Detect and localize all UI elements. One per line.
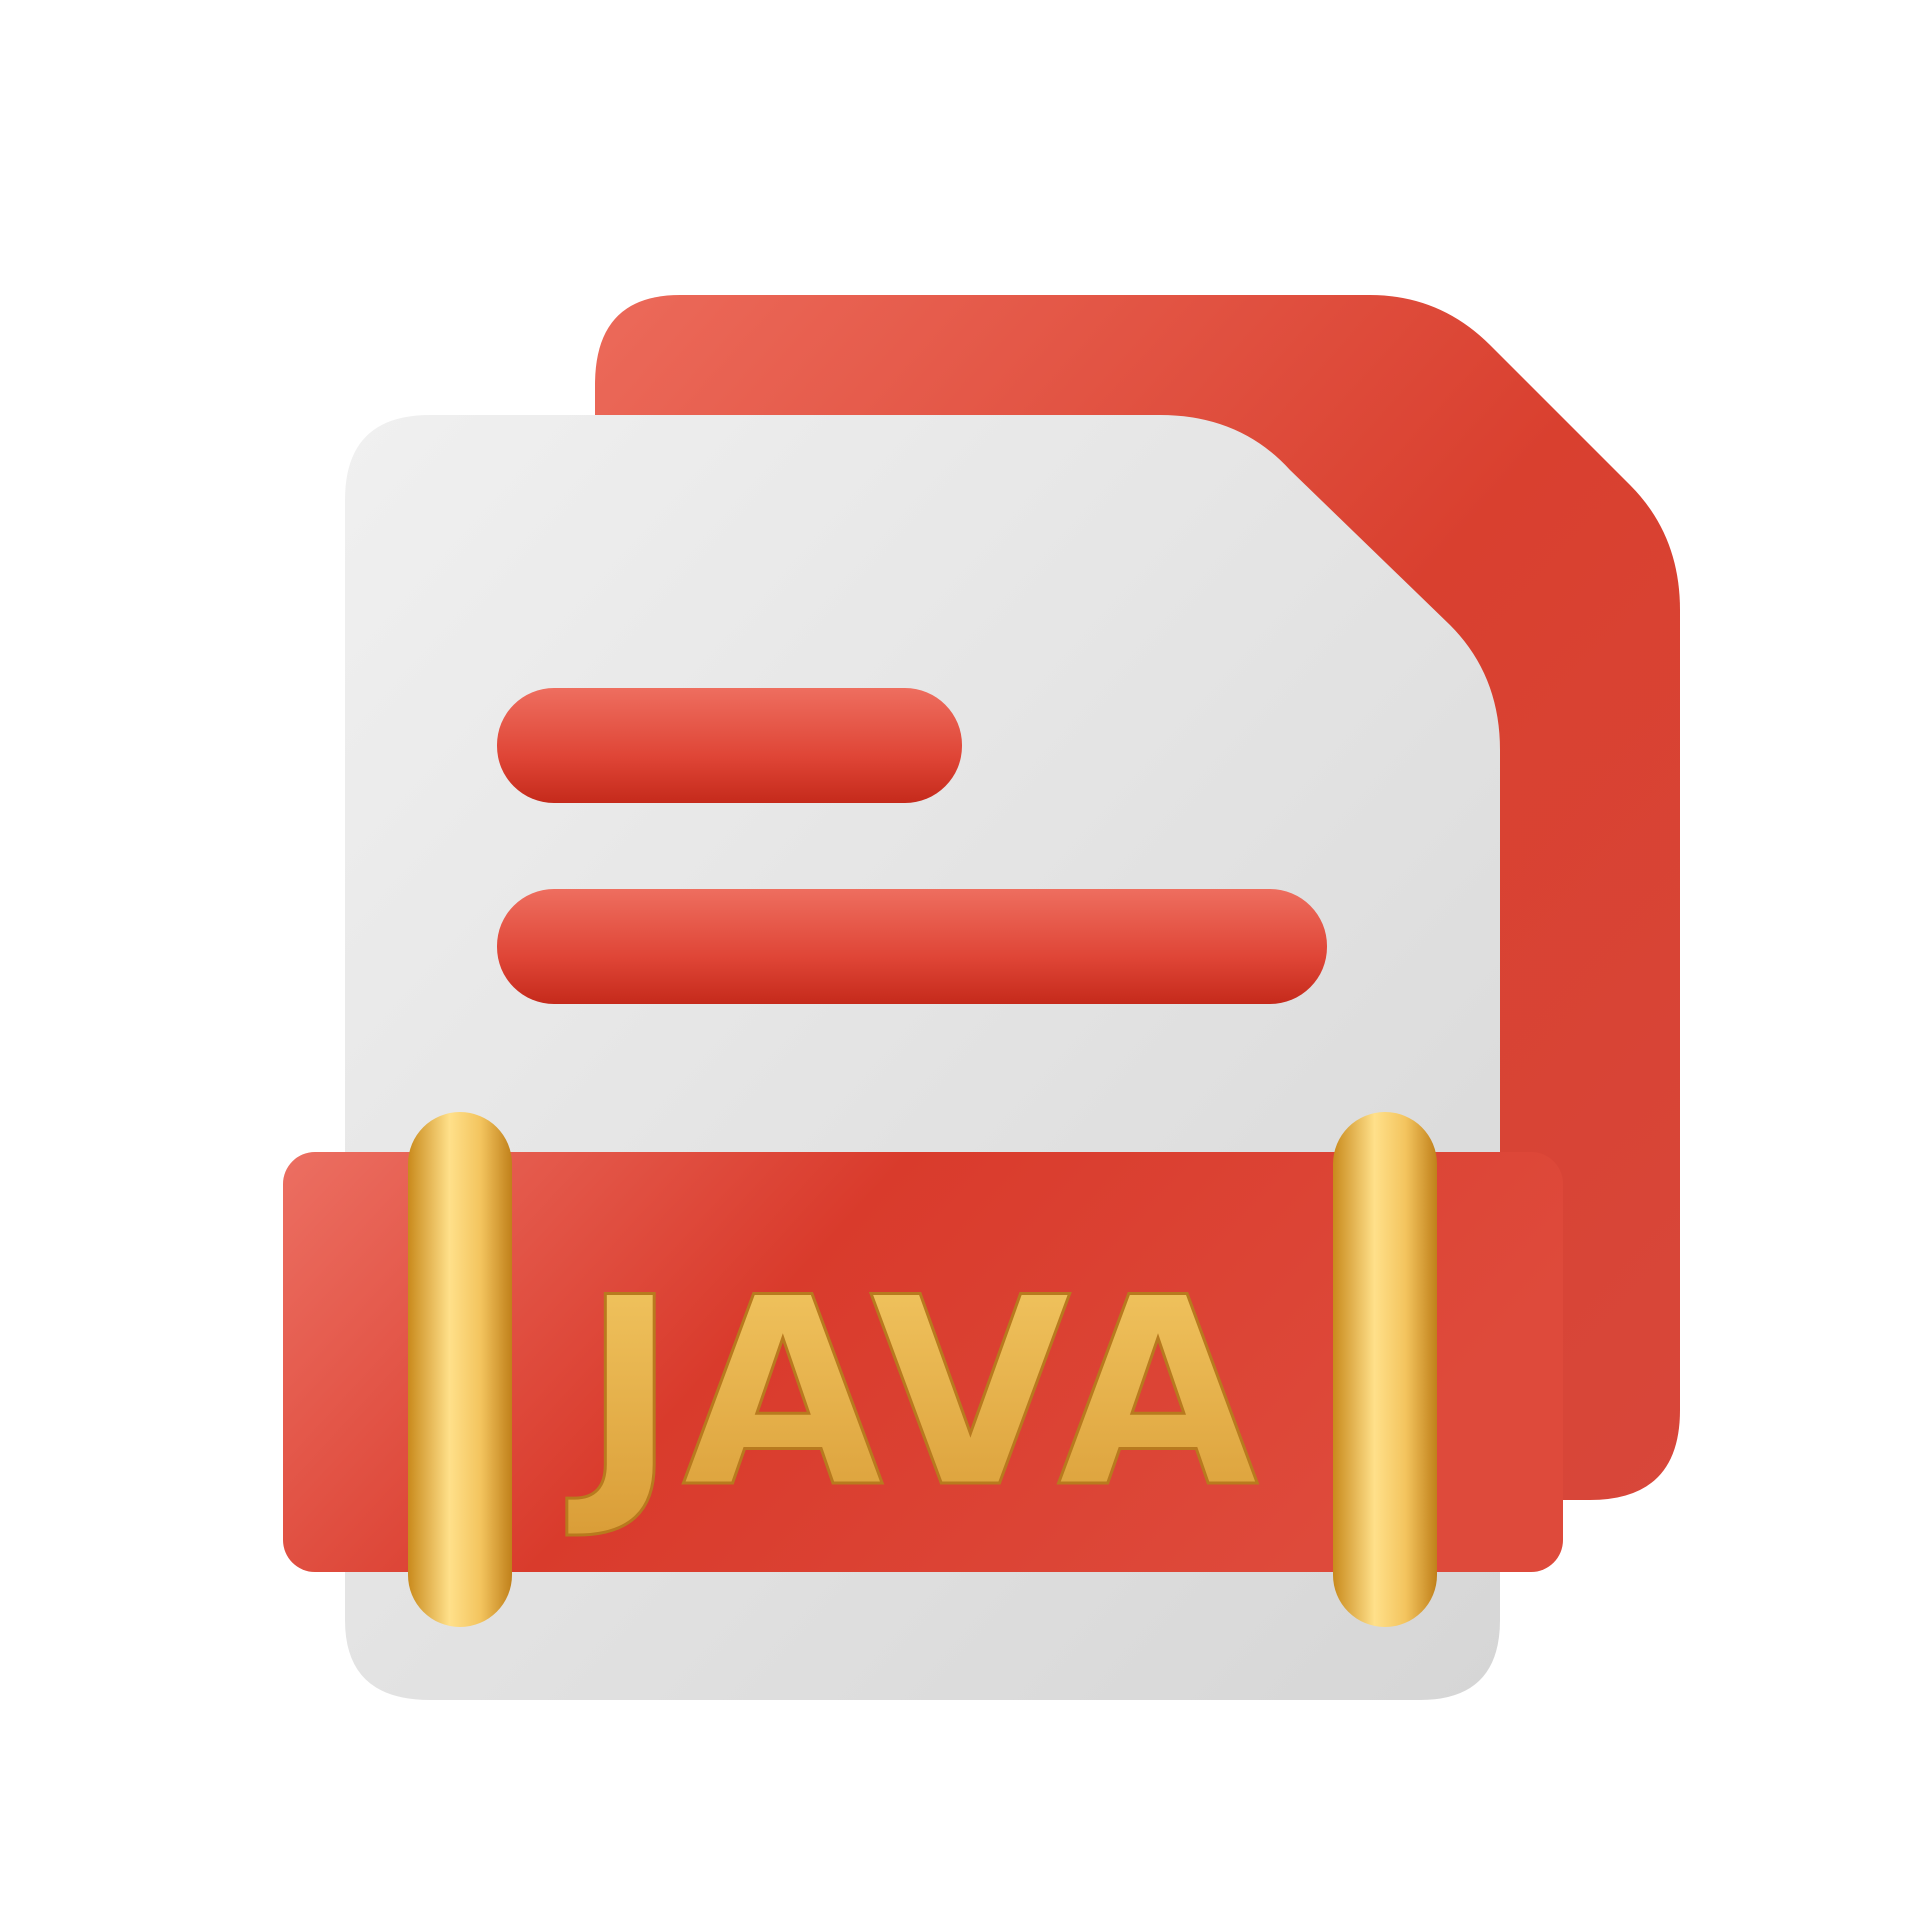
gold-binding-left — [408, 1112, 512, 1627]
java-file-icon: JAVA — [283, 295, 1680, 1700]
document-line-long — [497, 889, 1327, 1004]
gold-binding-right — [1333, 1112, 1437, 1627]
file-extension-label: JAVA — [565, 1243, 1262, 1545]
document-line-short — [497, 688, 962, 803]
java-file-icon-canvas: JAVA — [0, 0, 1920, 1920]
